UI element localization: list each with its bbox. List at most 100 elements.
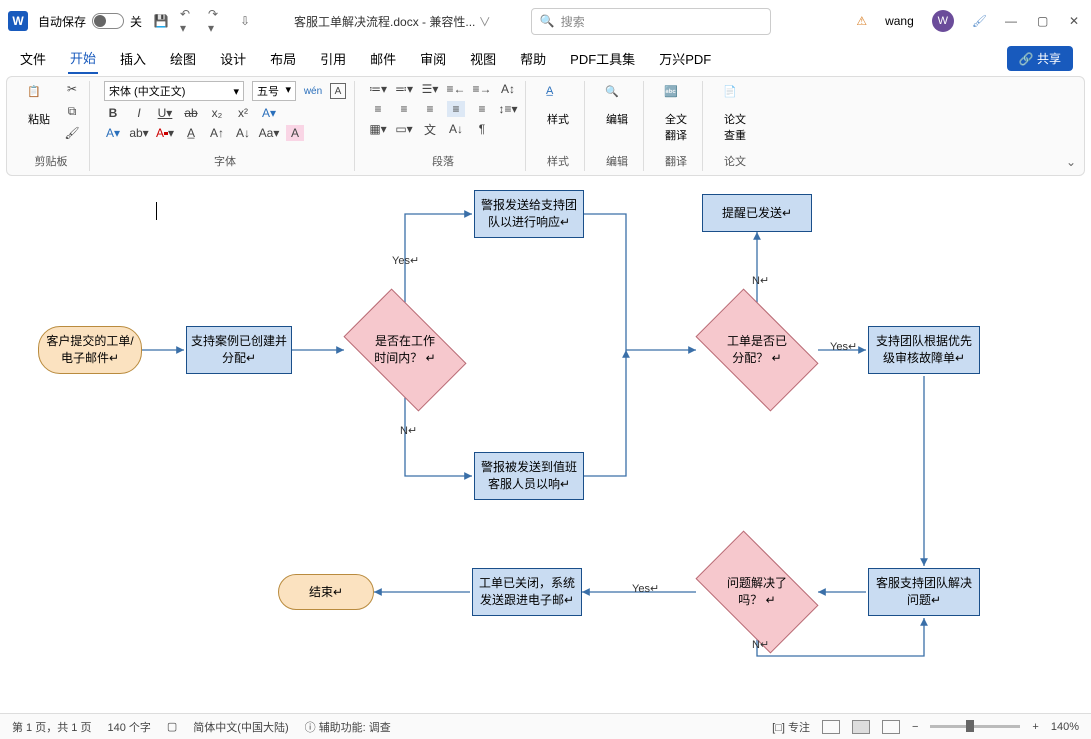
thesis-check-button[interactable]: 📄 论文 查重 [717,81,753,147]
text-direction-button[interactable]: A↕ [499,81,517,97]
search-icon: 🔍 [540,14,555,28]
qat-more-icon[interactable]: ⇩ [236,12,254,30]
font-fill-icon[interactable]: A▾ [104,125,122,141]
avatar[interactable]: W [932,10,954,32]
undo-icon[interactable]: ↶ ▾ [180,12,198,30]
read-mode-button[interactable] [822,720,840,734]
font-size-combo[interactable]: 五号▾ [252,81,296,101]
node-assigned[interactable]: 工单是否已分配？ ↵ [704,316,810,384]
shading-button[interactable]: ▦▾ [369,121,387,137]
tab-home[interactable]: 开始 [68,43,98,74]
node-closed[interactable]: 工单已关闭，系统发送跟进电子邮↵ [472,568,582,616]
tab-file[interactable]: 文件 [18,44,48,73]
superscript-button[interactable]: x² [234,105,252,121]
node-alert-team[interactable]: 警报发送给支持团队以进行响应↵ [474,190,584,238]
font-name-combo[interactable]: 宋体 (中文正文)▾ [104,81,244,101]
grow-font-button[interactable]: A↑ [208,125,226,141]
node-review[interactable]: 支持团队根据优先级审核故障单↵ [868,326,980,374]
bold-button[interactable]: B [104,105,122,121]
node-start[interactable]: 客户提交的工单/电子邮件↵ [38,326,142,374]
styles-button[interactable]: A̲ 样式 [540,81,576,131]
line-spacing-button[interactable]: ↕≡▾ [499,101,517,117]
char-border-icon[interactable]: A [330,83,346,99]
autosave-toggle[interactable]: 自动保存 关 [38,13,142,30]
node-end[interactable]: 结束↵ [278,574,374,610]
translate-button[interactable]: 🔤 全文 翻译 [658,81,694,147]
align-right-button[interactable]: ≡ [421,101,439,117]
save-icon[interactable]: 💾 [152,12,170,30]
paste-button[interactable]: 📋 粘贴 [21,81,57,131]
tab-wanxingpdf[interactable]: 万兴PDF [657,44,713,73]
text-effects-icon[interactable]: A▾ [260,105,278,121]
borders-button[interactable]: ▭▾ [395,121,413,137]
node-resolved-q[interactable]: 问题解决了吗？ ↵ [704,558,810,626]
web-layout-button[interactable] [882,720,900,734]
node-alert-oncall[interactable]: 警报被发送到值班客服人员以响↵ [474,452,584,500]
bullets-button[interactable]: ≔▾ [369,81,387,97]
phonetic-guide-icon[interactable]: wén [304,83,322,99]
align-left-button[interactable]: ≡ [369,101,387,117]
share-button[interactable]: 🔗 共享 [1007,46,1073,71]
underline-button[interactable]: U▾ [156,105,174,121]
tab-insert[interactable]: 插入 [118,44,148,73]
minimize-button[interactable]: — [1005,14,1019,28]
node-reminder[interactable]: 提醒已发送↵ [702,194,812,232]
copy-icon[interactable]: ⧉ [63,103,81,119]
italic-button[interactable]: I [130,105,148,121]
distribute-button[interactable]: ≡ [473,101,491,117]
language[interactable]: 简体中文(中国大陆) [193,719,288,735]
focus-mode[interactable]: [□] 专注 [772,719,810,735]
align-center-button[interactable]: ≡ [395,101,413,117]
text-proof-icon[interactable]: ▢ [167,720,177,733]
toggle-icon[interactable] [92,13,124,29]
node-resolve[interactable]: 客服支持团队解决问题↵ [868,568,980,616]
format-painter-icon[interactable]: 🖌 [63,125,81,141]
username: wang [885,14,914,28]
editing-button[interactable]: 🔍 编辑 [599,81,635,131]
show-marks-button[interactable]: ¶ [473,121,491,137]
strike-button[interactable]: ab [182,105,200,121]
ribbon-collapse-icon[interactable]: ⌄ [1066,155,1076,169]
tab-view[interactable]: 视图 [468,44,498,73]
node-working-hours[interactable]: 是否在工作时间内？ ↵ [352,316,458,384]
maximize-button[interactable]: ▢ [1037,14,1051,28]
decrease-indent-button[interactable]: ≡← [447,81,465,97]
multilevel-button[interactable]: ☰▾ [421,81,439,97]
tab-help[interactable]: 帮助 [518,44,548,73]
asian-layout-button[interactable]: 文 [421,121,439,137]
cut-icon[interactable]: ✂ [63,81,81,97]
page-count[interactable]: 第 1 页，共 1 页 [12,719,91,735]
highlight-button[interactable]: ab▾ [130,125,148,141]
increase-indent-button[interactable]: ≡→ [473,81,491,97]
tab-draw[interactable]: 绘图 [168,44,198,73]
document-area[interactable]: 客户提交的工单/电子邮件↵ 支持案例已创建并分配↵ 是否在工作时间内？ ↵ 警报… [6,176,1085,711]
zoom-value[interactable]: 140% [1051,721,1079,733]
clear-formatting-button[interactable]: A [286,125,304,141]
node-case-created[interactable]: 支持案例已创建并分配↵ [186,326,292,374]
zoom-out-button[interactable]: − [912,721,918,733]
word-count[interactable]: 140 个字 [107,719,150,735]
shrink-font-button[interactable]: A↓ [234,125,252,141]
tab-references[interactable]: 引用 [318,44,348,73]
zoom-in-button[interactable]: + [1032,721,1038,733]
search-input[interactable]: 🔍 搜索 [531,8,771,35]
font-color-button[interactable]: A▾ [156,125,174,141]
brush-icon[interactable]: 🖌 [972,14,987,28]
tab-mailings[interactable]: 邮件 [368,44,398,73]
close-button[interactable]: ✕ [1069,14,1083,28]
tab-pdftools[interactable]: PDF工具集 [568,44,637,73]
zoom-slider[interactable] [930,725,1020,728]
tab-review[interactable]: 审阅 [418,44,448,73]
accessibility[interactable]: ⓘ 辅助功能: 调查 [305,719,391,735]
justify-button[interactable]: ≡ [447,101,465,117]
redo-icon[interactable]: ↷ ▾ [208,12,226,30]
subscript-button[interactable]: x₂ [208,105,226,121]
change-case-button[interactable]: Aa▾ [260,125,278,141]
sort-button[interactable]: A↓ [447,121,465,137]
char-shading-icon[interactable]: A̲ [182,125,200,141]
print-layout-button[interactable] [852,720,870,734]
numbering-button[interactable]: ≕▾ [395,81,413,97]
tab-design[interactable]: 设计 [218,44,248,73]
tab-layout[interactable]: 布局 [268,44,298,73]
warning-icon[interactable]: ⚠ [856,14,867,28]
